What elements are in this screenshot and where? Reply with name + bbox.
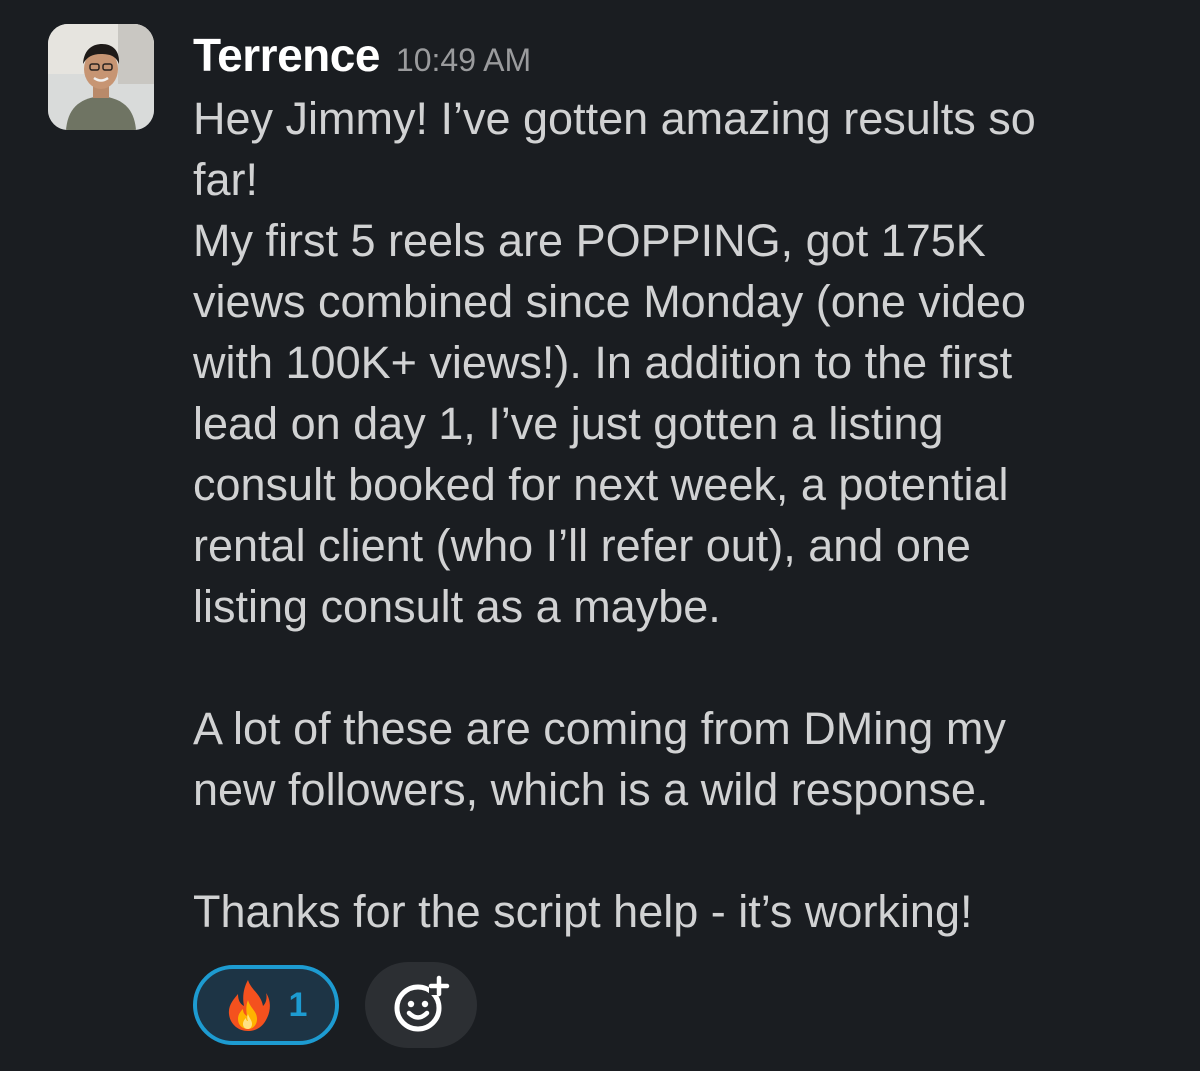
message-line: Thanks for the script help - it’s workin… xyxy=(193,886,973,937)
author-name[interactable]: Terrence xyxy=(193,28,380,82)
message-content: Terrence 10:49 AM Hey Jimmy! I’ve gotten… xyxy=(193,28,1168,942)
paragraph-break xyxy=(193,820,1168,881)
add-emoji-icon xyxy=(391,975,451,1035)
reactions-bar: 1 xyxy=(193,962,477,1048)
add-reaction-button[interactable] xyxy=(365,962,477,1048)
paragraph-break xyxy=(193,637,1168,698)
message-header: Terrence 10:49 AM xyxy=(193,28,1168,88)
message-line: rental client (who I’ll refer out), and … xyxy=(193,520,971,571)
message-line: Hey Jimmy! I’ve gotten amazing results s… xyxy=(193,93,1036,144)
avatar-image xyxy=(48,24,154,130)
fire-icon xyxy=(225,978,271,1032)
message-line: My first 5 reels are POPPING, got 175K xyxy=(193,215,986,266)
message-line: with 100K+ views!). In addition to the f… xyxy=(193,337,1013,388)
message-line: lead on day 1, I’ve just gotten a listin… xyxy=(193,398,944,449)
message-line: A lot of these are coming from DMing my xyxy=(193,703,1006,754)
timestamp[interactable]: 10:49 AM xyxy=(396,42,531,79)
message-line: far! xyxy=(193,154,259,205)
message-body: Hey Jimmy! I’ve gotten amazing results s… xyxy=(193,88,1168,942)
message-line: views combined since Monday (one video xyxy=(193,276,1026,327)
fire-reaction-button[interactable]: 1 xyxy=(193,965,339,1045)
reaction-count: 1 xyxy=(288,985,308,1024)
message-line: new followers, which is a wild response. xyxy=(193,764,989,815)
avatar[interactable] xyxy=(48,24,154,130)
message-line: listing consult as a maybe. xyxy=(193,581,721,632)
message-line: consult booked for next week, a potentia… xyxy=(193,459,1009,510)
